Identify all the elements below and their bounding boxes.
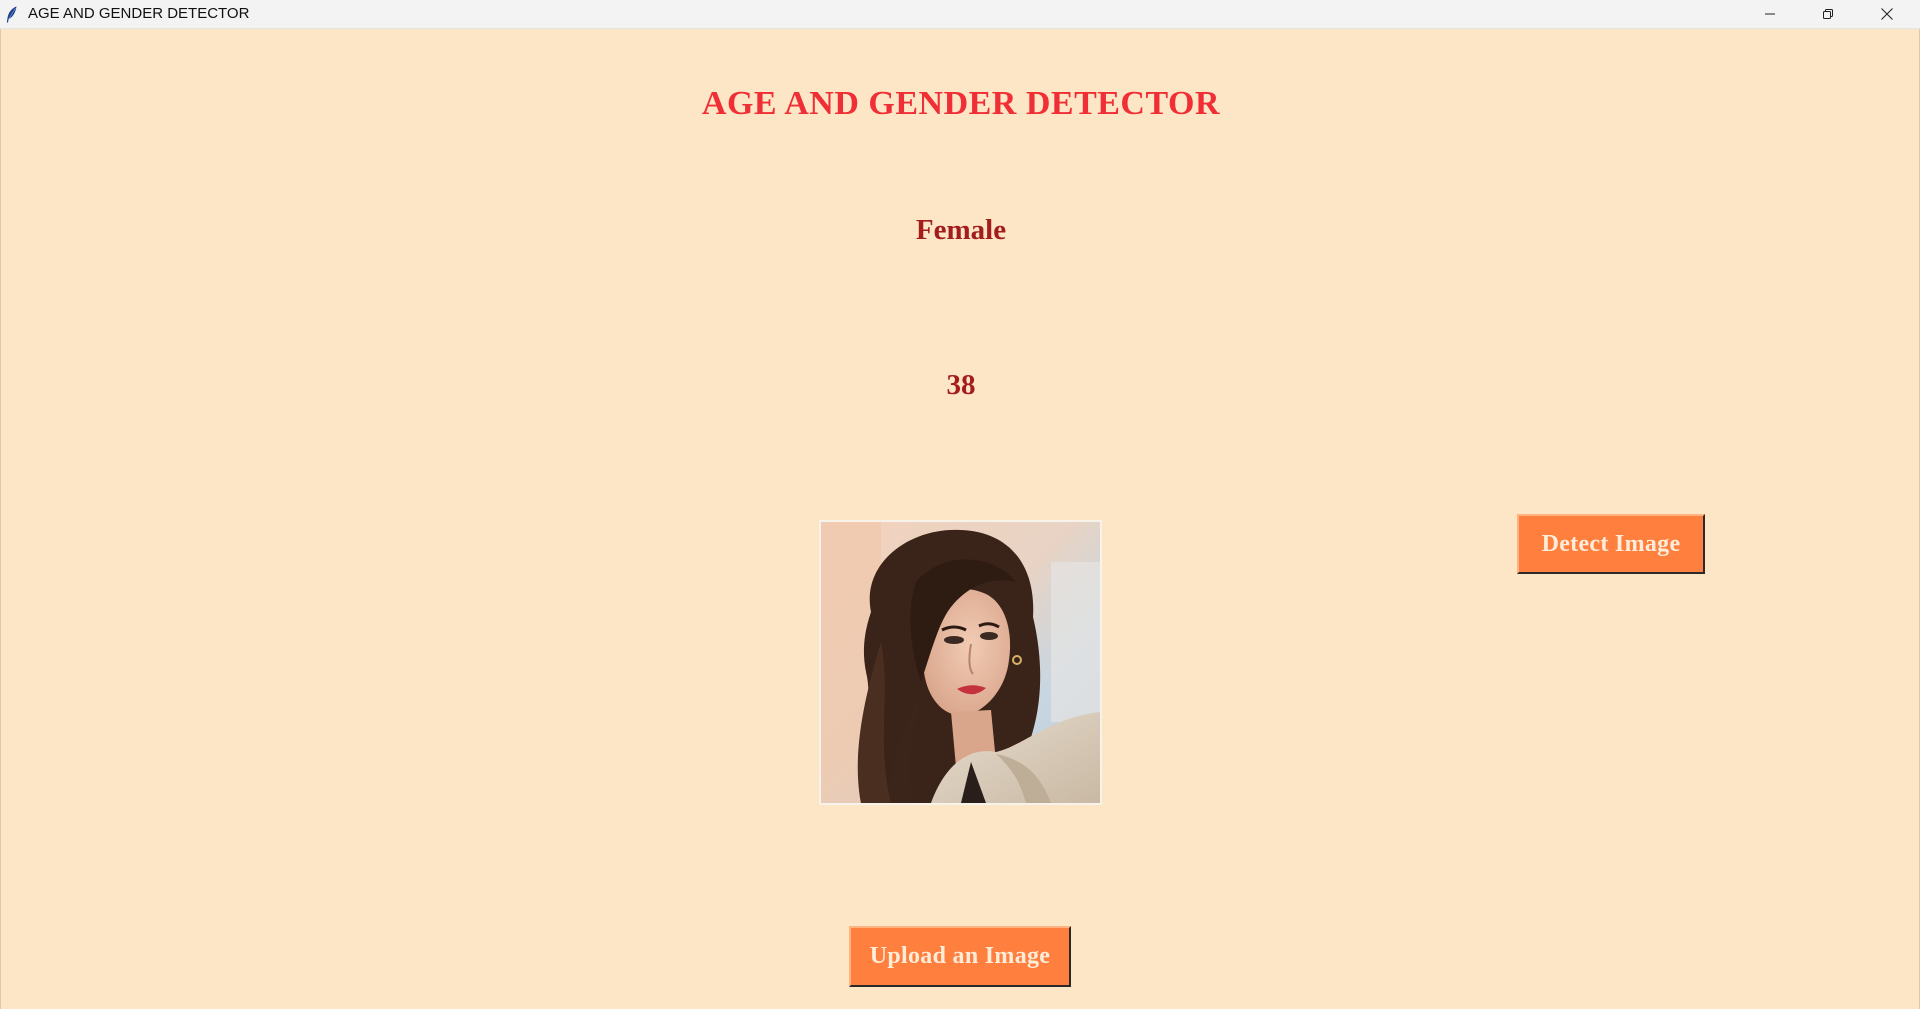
minimize-button[interactable] [1741,0,1799,28]
feather-icon [6,6,17,23]
upload-image-button[interactable]: Upload an Image [849,926,1071,987]
app-window: AGE AND GENDER DETECTOR AGE AND GENDER D… [0,0,1920,1009]
title-bar[interactable]: AGE AND GENDER DETECTOR [0,0,1920,29]
window-title: AGE AND GENDER DETECTOR [28,5,250,22]
app-heading: AGE AND GENDER DETECTOR [701,85,1221,122]
close-icon [1881,8,1893,20]
restore-icon [1823,9,1833,19]
age-result-label: 38 [946,369,976,401]
detect-image-button[interactable]: Detect Image [1517,514,1705,574]
gender-result-label: Female [915,214,1007,246]
app-canvas: AGE AND GENDER DETECTOR Female 38 Detect… [0,29,1920,1009]
close-button[interactable] [1858,0,1916,28]
minimize-icon [1765,13,1775,15]
portrait-photo [821,522,1100,803]
restore-button[interactable] [1799,0,1857,28]
uploaded-image-preview [819,520,1102,805]
